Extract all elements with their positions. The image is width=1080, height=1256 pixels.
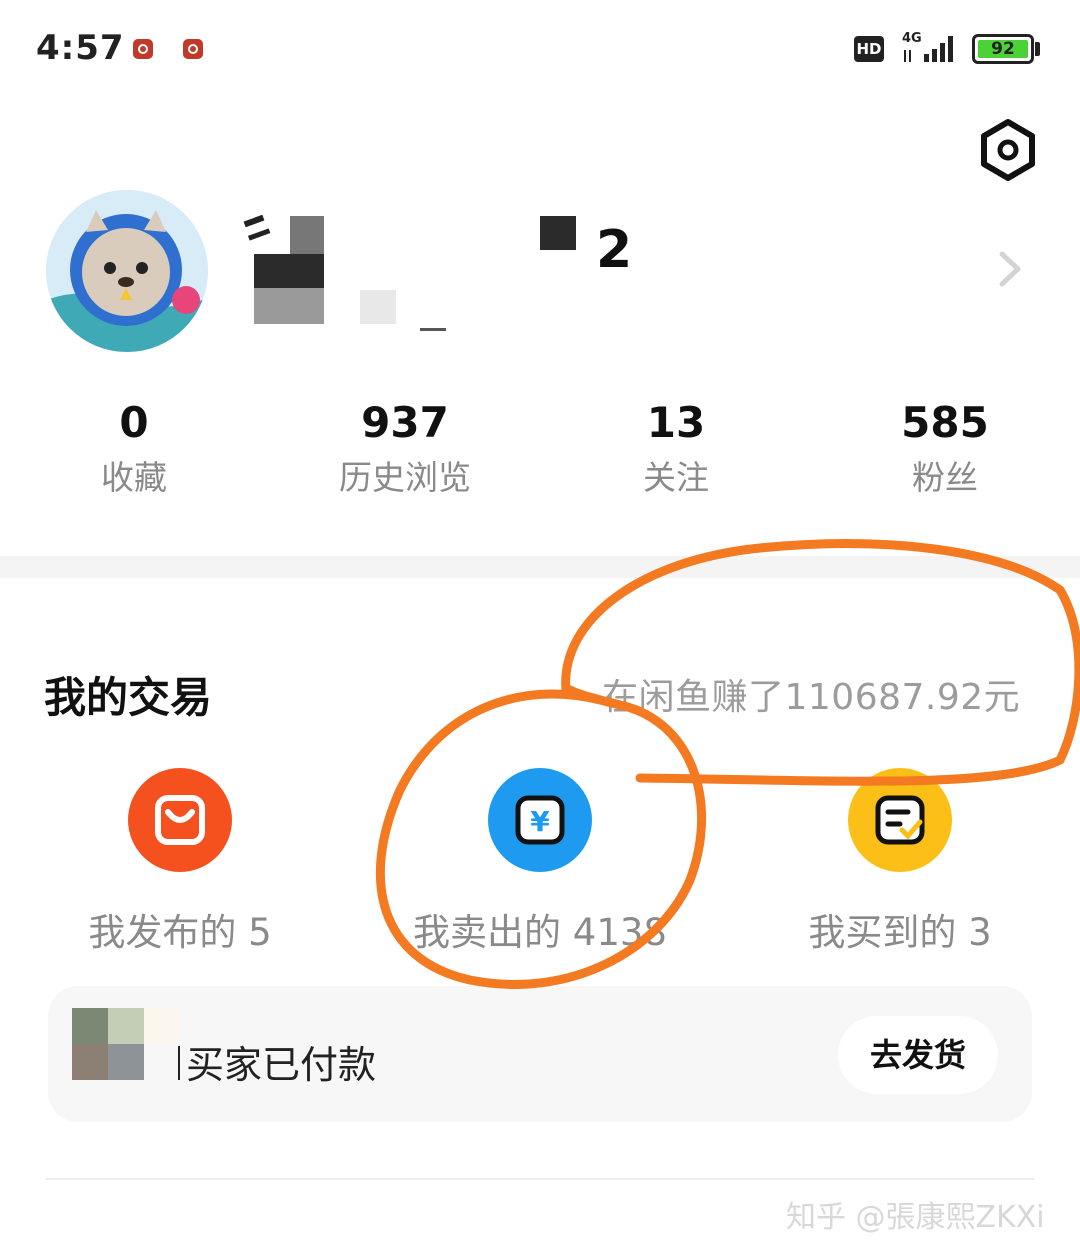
status-time: 4:57: [36, 28, 125, 68]
trade-label: 我卖出的 4138: [413, 911, 667, 954]
stat-value: 13: [646, 398, 706, 447]
trade-sold[interactable]: ¥ 我卖出的 4138: [410, 768, 670, 956]
stat-value: 585: [901, 398, 989, 447]
stat-label: 关注: [643, 458, 709, 497]
stat-label: 粉丝: [912, 458, 978, 497]
yuan-icon: ¥: [488, 768, 592, 872]
stat-fans[interactable]: 585 粉丝: [845, 396, 1045, 500]
stat-value: 937: [361, 398, 449, 447]
username-censored: [240, 208, 640, 338]
trade-published[interactable]: 我发布的 5: [50, 768, 310, 956]
section-divider: [0, 556, 1080, 578]
hex-settings-icon[interactable]: [978, 118, 1038, 182]
battery-tip: [1035, 42, 1040, 56]
stat-following[interactable]: 13 关注: [576, 396, 776, 500]
username-suffix: 2: [596, 220, 633, 280]
stat-history[interactable]: 937 历史浏览: [305, 396, 505, 500]
section-title: 我的交易: [44, 673, 213, 722]
notification-icon: [183, 39, 203, 59]
earnings-text[interactable]: 在闲鱼赚了110687.92元: [602, 668, 1020, 720]
trade-label: 我买到的 3: [808, 911, 992, 954]
product-thumbnail: [72, 1008, 180, 1080]
watermark: 知乎 @張康熙ZKXi: [786, 1200, 1045, 1235]
svg-text:¥: ¥: [530, 805, 550, 838]
signal-icon: 4G: [900, 28, 962, 72]
battery-icon: 92: [972, 34, 1034, 64]
order-status: 买家已付款: [186, 1043, 377, 1087]
avatar[interactable]: [46, 190, 208, 352]
shopping-bag-icon: [128, 768, 232, 872]
stat-value: 0: [119, 398, 149, 447]
receipt-check-icon: [848, 768, 952, 872]
trade-bought[interactable]: 我买到的 3: [770, 768, 1030, 956]
trade-label: 我发布的 5: [88, 911, 272, 954]
annotation-circle-earnings: [561, 539, 1080, 786]
hd-voice-icon: HD: [854, 36, 884, 62]
notification-icon: [133, 39, 153, 59]
svg-text:4G: 4G: [902, 31, 922, 46]
ship-button[interactable]: 去发货: [838, 1016, 998, 1094]
battery-level: 92: [978, 40, 1028, 58]
stat-label: 收藏: [101, 458, 167, 497]
stat-label: 历史浏览: [339, 458, 471, 497]
divider: [46, 1178, 1034, 1180]
stat-favorites[interactable]: 0 收藏: [34, 396, 234, 500]
chevron-right-icon[interactable]: [996, 248, 1024, 290]
